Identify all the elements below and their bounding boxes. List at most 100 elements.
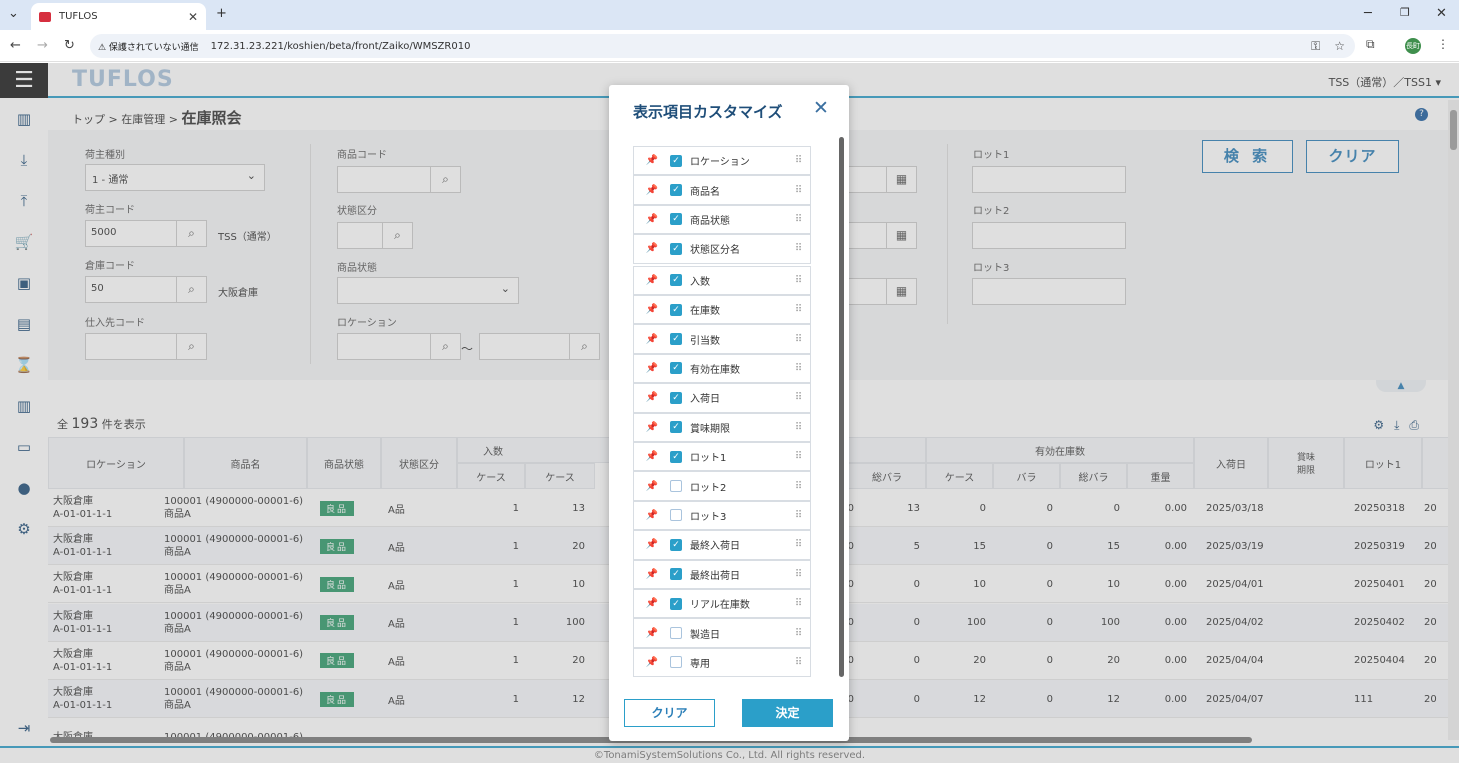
drag-handle-icon[interactable]: ⠿ — [786, 422, 810, 433]
drag-handle-icon[interactable]: ⠿ — [786, 598, 810, 609]
pin-icon[interactable]: 📌 — [634, 539, 670, 550]
column-checkbox[interactable]: ✓ — [670, 242, 682, 255]
column-item[interactable]: 📌 専用 ⠿ — [633, 647, 811, 678]
column-item[interactable]: 📌 ✓ リアル在庫数 ⠿ — [633, 589, 811, 619]
drag-handle-icon[interactable]: ⠿ — [786, 481, 810, 492]
pin-icon[interactable]: 📌 — [634, 243, 670, 254]
drag-handle-icon[interactable]: ⠿ — [786, 392, 810, 403]
drag-handle-icon[interactable]: ⠿ — [786, 628, 810, 639]
back-icon[interactable]: ← — [10, 38, 21, 53]
column-checkbox[interactable]: ✓ — [670, 450, 682, 463]
column-item[interactable]: 📌 ロット3 ⠿ — [633, 500, 811, 531]
column-item-list: 📌 ✓ ロケーション ⠿ 📌 ✓ 商品名 ⠿ 📌 ✓ 商品状態 ⠿ 📌 ✓ 状態区分名 ⠿ 📌 ✓ 入数 ⠿ 📌 ✓ 在庫数… — [633, 146, 811, 678]
restore-icon[interactable]: ❐ — [1400, 6, 1410, 19]
pin-icon[interactable]: 📌 — [634, 214, 670, 225]
column-item[interactable]: 📌 ✓ 最終入荷日 ⠿ — [633, 530, 811, 560]
column-item-label: 製造日 — [690, 629, 720, 641]
pin-icon[interactable]: 📌 — [634, 598, 670, 609]
drag-handle-icon[interactable]: ⠿ — [786, 334, 810, 345]
column-item[interactable]: 📌 ✓ ロケーション ⠿ — [633, 146, 811, 176]
column-item[interactable]: 📌 ロット2 ⠿ — [633, 471, 811, 501]
drag-handle-icon[interactable]: ⠿ — [786, 304, 810, 315]
pin-icon[interactable]: 📌 — [634, 185, 670, 196]
column-item[interactable]: 📌 ✓ 在庫数 ⠿ — [633, 295, 811, 325]
browser-tab[interactable]: TUFLOS ✕ — [31, 3, 206, 30]
column-item-label: リアル在庫数 — [690, 600, 750, 612]
tab-list-icon[interactable]: ⌄ — [8, 6, 19, 21]
key-icon[interactable]: ⚿ — [1311, 39, 1320, 54]
pin-icon[interactable]: 📌 — [634, 510, 670, 521]
pin-icon[interactable]: 📌 — [634, 422, 670, 433]
tab-close-icon[interactable]: ✕ — [188, 10, 198, 24]
pin-icon[interactable]: 📌 — [634, 628, 670, 639]
drag-handle-icon[interactable]: ⠿ — [786, 214, 810, 225]
pin-icon[interactable]: 📌 — [634, 481, 670, 492]
column-checkbox[interactable]: ✓ — [670, 362, 682, 375]
drag-handle-icon[interactable]: ⠿ — [786, 510, 810, 521]
column-checkbox[interactable] — [670, 656, 682, 669]
window-close-icon[interactable]: ✕ — [1436, 6, 1447, 21]
column-item-label: 有効在庫数 — [690, 364, 740, 376]
url-text[interactable]: 172.31.23.221/koshien/beta/front/Zaiko/W… — [211, 41, 471, 52]
pin-icon[interactable]: 📌 — [634, 451, 670, 462]
column-checkbox[interactable]: ✓ — [670, 538, 682, 551]
column-checkbox[interactable]: ✓ — [670, 154, 682, 167]
modal-clear-button[interactable]: クリア — [624, 699, 715, 727]
column-item[interactable]: 📌 ✓ 有効在庫数 ⠿ — [633, 353, 811, 384]
column-item[interactable]: 📌 ✓ 入数 ⠿ — [633, 265, 811, 295]
column-checkbox[interactable]: ✓ — [670, 568, 682, 581]
pin-icon[interactable]: 📌 — [634, 363, 670, 374]
browser-menu-icon[interactable]: ⋮ — [1437, 37, 1449, 51]
drag-handle-icon[interactable]: ⠿ — [786, 569, 810, 580]
column-checkbox[interactable] — [670, 480, 682, 493]
column-item[interactable]: 📌 ✓ ロット1 ⠿ — [633, 442, 811, 472]
new-tab-button[interactable]: + — [216, 6, 227, 21]
column-item[interactable]: 📌 ✓ 入荷日 ⠿ — [633, 383, 811, 413]
column-item[interactable]: 📌 ✓ 引当数 ⠿ — [633, 324, 811, 354]
column-checkbox[interactable]: ✓ — [670, 184, 682, 197]
pin-icon[interactable]: 📌 — [634, 304, 670, 315]
close-icon[interactable]: ✕ — [813, 97, 829, 119]
drag-handle-icon[interactable]: ⠿ — [786, 657, 810, 668]
column-item[interactable]: 📌 ✓ 最終出荷日 ⠿ — [633, 559, 811, 589]
column-item[interactable]: 📌 ✓ 商品名 ⠿ — [633, 175, 811, 205]
modal-scrollbar-thumb[interactable] — [839, 137, 844, 677]
modal-ok-button[interactable]: 決定 — [742, 699, 833, 727]
browser-tabbar: ⌄ TUFLOS ✕ + ─ ❐ ✕ — [0, 0, 1459, 30]
pin-icon[interactable]: 📌 — [634, 392, 670, 403]
extensions-icon[interactable]: ⧉ — [1366, 37, 1375, 52]
pin-icon[interactable]: 📌 — [634, 569, 670, 580]
column-checkbox[interactable]: ✓ — [670, 597, 682, 610]
modal-scrollbar[interactable] — [839, 137, 844, 677]
pin-icon[interactable]: 📌 — [634, 334, 670, 345]
column-checkbox[interactable]: ✓ — [670, 274, 682, 287]
forward-icon[interactable]: → — [37, 38, 48, 53]
column-checkbox[interactable]: ✓ — [670, 333, 682, 346]
pin-icon[interactable]: 📌 — [634, 657, 670, 668]
column-item[interactable]: 📌 ✓ 賞味期限 ⠿ — [633, 412, 811, 442]
column-item[interactable]: 📌 ✓ 状態区分名 ⠿ — [633, 234, 811, 264]
drag-handle-icon[interactable]: ⠿ — [786, 155, 810, 166]
column-checkbox[interactable] — [670, 627, 682, 640]
drag-handle-icon[interactable]: ⠿ — [786, 243, 810, 254]
drag-handle-icon[interactable]: ⠿ — [786, 275, 810, 286]
drag-handle-icon[interactable]: ⠿ — [786, 539, 810, 550]
drag-handle-icon[interactable]: ⠿ — [786, 451, 810, 462]
column-checkbox[interactable]: ✓ — [670, 421, 682, 434]
omnibox[interactable]: ⚠ 保護されていない通信 172.31.23.221/koshien/beta/… — [90, 34, 1355, 58]
pin-icon[interactable]: 📌 — [634, 275, 670, 286]
pin-icon[interactable]: 📌 — [634, 155, 670, 166]
column-checkbox[interactable]: ✓ — [670, 391, 682, 404]
column-item[interactable]: 📌 ✓ 商品状態 ⠿ — [633, 204, 811, 235]
minimize-icon[interactable]: ─ — [1364, 6, 1372, 21]
profile-avatar[interactable]: 長町 — [1405, 38, 1421, 54]
security-warning[interactable]: ⚠ 保護されていない通信 — [98, 40, 199, 53]
drag-handle-icon[interactable]: ⠿ — [786, 185, 810, 196]
bookmark-star-icon[interactable]: ☆ — [1334, 39, 1345, 54]
column-checkbox[interactable]: ✓ — [670, 213, 682, 226]
drag-handle-icon[interactable]: ⠿ — [786, 363, 810, 374]
column-checkbox[interactable]: ✓ — [670, 303, 682, 316]
column-item[interactable]: 📌 製造日 ⠿ — [633, 618, 811, 648]
column-checkbox[interactable] — [670, 509, 682, 522]
reload-icon[interactable]: ↻ — [64, 38, 75, 53]
